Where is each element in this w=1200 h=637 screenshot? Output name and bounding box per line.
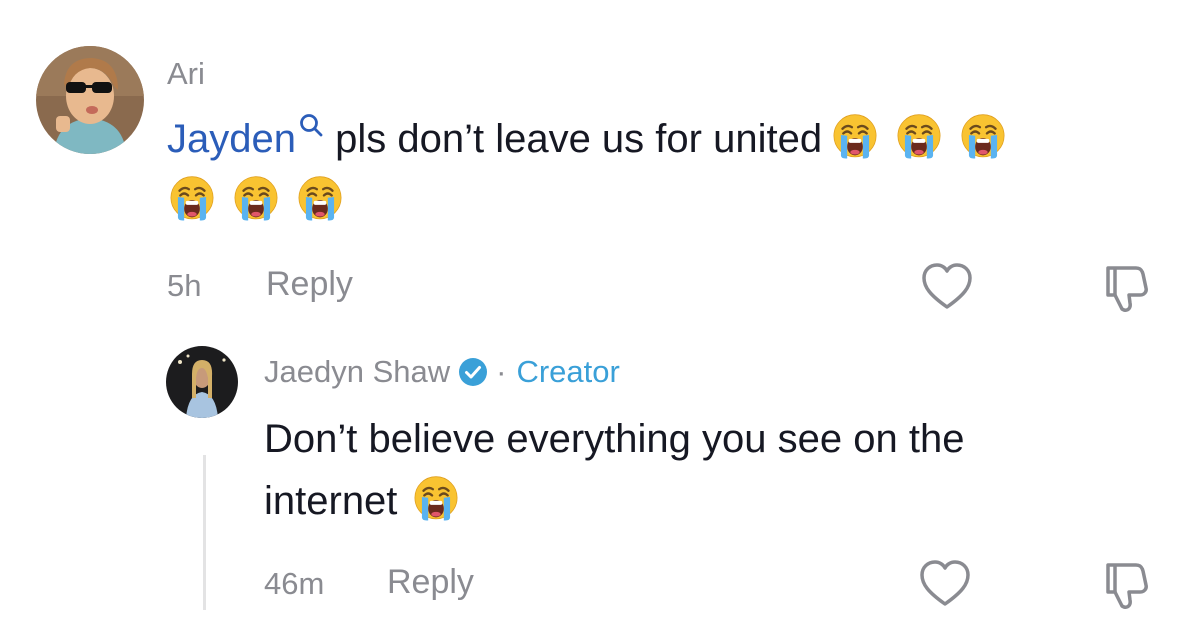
verified-badge-icon: [459, 358, 488, 386]
creator-header: Jaedyn Shaw · Creator: [264, 354, 620, 390]
mention-link[interactable]: Jayden: [167, 114, 324, 161]
reply-text-line2: internet: [264, 470, 461, 532]
comment-username[interactable]: Ari: [167, 56, 205, 92]
crying-face-emoji: [830, 110, 880, 160]
comment-timestamp: 5h: [167, 268, 202, 303]
crying-face-emoji: [411, 472, 461, 522]
reply-text-line1: Don’t believe everything you see on the: [264, 417, 965, 461]
comment-emoji-line: [167, 170, 345, 232]
heart-icon[interactable]: [920, 260, 974, 314]
reply-timestamp: 46m: [264, 566, 325, 601]
thread-line: [203, 455, 206, 610]
crying-face-emoji: [231, 172, 281, 222]
reply-body: internet: [264, 479, 398, 523]
heart-icon[interactable]: [918, 557, 972, 611]
comment-body: pls don’t leave us for united: [323, 117, 823, 161]
creator-avatar[interactable]: [166, 346, 238, 418]
mention-name[interactable]: Jayden: [167, 117, 296, 161]
search-icon: [300, 114, 323, 137]
crying-face-emoji: [958, 110, 1008, 160]
thumbs-down-icon[interactable]: [1098, 260, 1152, 314]
reply-button[interactable]: Reply: [266, 265, 353, 304]
avatar[interactable]: [36, 46, 144, 154]
comment-text: Jayden pls don’t leave us for united: [167, 108, 1008, 170]
crying-face-emoji: [894, 110, 944, 160]
crying-face-emoji: [167, 172, 217, 222]
creator-username[interactable]: Jaedyn Shaw: [264, 354, 450, 390]
creator-label: Creator: [516, 354, 620, 389]
separator-dot: ·: [496, 354, 507, 389]
thumbs-down-icon[interactable]: [1098, 557, 1152, 611]
reply-button[interactable]: Reply: [387, 563, 474, 602]
crying-face-emoji: [295, 172, 345, 222]
